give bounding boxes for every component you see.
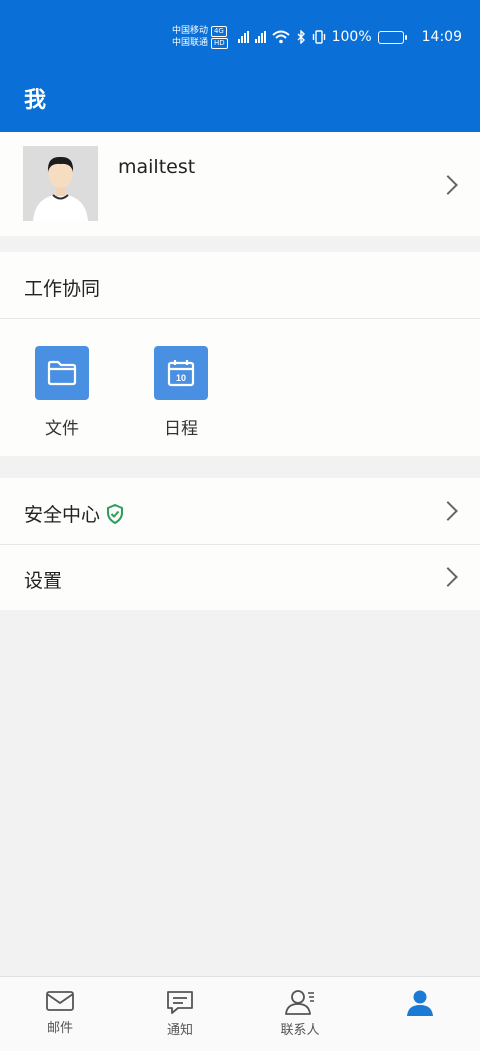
calendar-date-text: 10 [176,373,186,383]
chevron-right-icon [438,567,458,587]
work-collab-section: 工作协同 文件 10 日程 [0,252,480,456]
menu-item-label-wrap: 安全中心 [24,500,124,527]
header-bar: 中国移动 4G 中国联通 HD 100% 14:09 我 [0,0,480,132]
tab-mail[interactable]: 邮件 [0,977,120,1051]
carrier-1-name: 中国移动 [171,26,208,36]
carrier-1-tag: 4G [210,25,227,37]
carrier-info: 中国移动 4G 中国联通 HD [172,25,228,49]
message-icon [167,991,193,1014]
carrier-2-tag: HD [210,37,228,49]
person-icon [407,990,433,1016]
status-bar: 中国移动 4G 中国联通 HD 100% 14:09 [172,22,462,52]
tab-label: 联系人 [280,1023,320,1038]
signal-1-icon [237,31,249,43]
battery-percent: 100% [331,29,372,45]
mail-icon [46,991,74,1011]
chevron-right-icon [438,501,458,521]
menu-item-settings[interactable]: 设置 [0,544,480,610]
contacts-icon [285,990,314,1015]
section-title: 工作协同 [24,278,101,300]
vibrate-icon [312,30,325,44]
username: mailtest [118,156,196,178]
clock: 14:09 [421,29,462,45]
menu-item-label: 安全中心 [24,504,101,526]
carrier-2-name: 中国联通 [171,38,208,48]
bluetooth-icon [297,30,305,44]
page-title: 我 [24,88,47,113]
shield-check-icon [107,503,124,524]
avatar[interactable] [23,146,98,221]
menu-list: 安全中心 设置 [0,478,480,610]
file-app-button[interactable] [35,346,89,400]
tab-notifications[interactable]: 通知 [120,977,240,1051]
calendar-app-button[interactable]: 10 [154,346,208,400]
tab-label: 邮件 [46,1021,73,1036]
tab-contacts[interactable]: 联系人 [240,977,360,1051]
avatar-person-icon [23,146,98,221]
calendar-app-label: 日程 [164,419,198,439]
file-app-label: 文件 [45,419,79,439]
signal-2-icon [254,31,266,43]
bottom-tab-bar: 邮件 通知 联系人 [0,976,480,1051]
menu-item-security-center[interactable]: 安全中心 [0,478,480,544]
tab-label: 通知 [166,1023,193,1038]
chevron-right-icon [438,175,458,195]
menu-item-label: 设置 [24,570,63,592]
wifi-icon [271,30,290,44]
profile-card[interactable]: mailtest [0,132,480,236]
divider [0,318,480,319]
battery-icon [377,30,407,44]
tab-me[interactable] [360,977,480,1051]
folder-icon [47,360,77,386]
calendar-icon: 10 [167,360,195,387]
